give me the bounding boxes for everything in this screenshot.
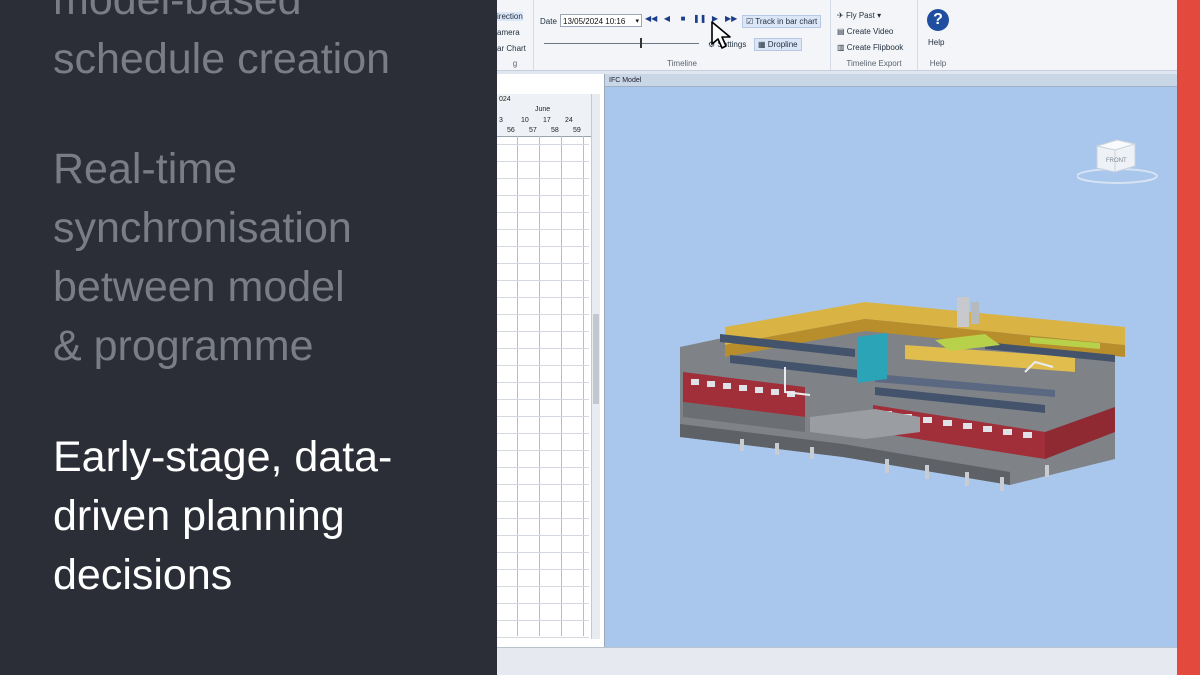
gantt-row-line: [497, 484, 589, 485]
gantt-row-line: [497, 467, 589, 468]
gantt-row-line: [497, 161, 589, 162]
gantt-row-line: [497, 195, 589, 196]
ribbon-item-bar-chart[interactable]: ar Chart: [497, 44, 526, 53]
gantt-header: 024 June 3 10 17 24 56 57 58 59: [497, 94, 597, 137]
gantt-date: 24: [565, 117, 573, 124]
app-window: irection amera ar Chart g Date 13/05/202…: [497, 0, 1177, 675]
gantt-week: 57: [529, 127, 537, 134]
gantt-week: 56: [507, 127, 515, 134]
check-icon: ☑: [746, 17, 754, 26]
stop-icon[interactable]: ■: [677, 14, 689, 23]
viewport-title: IFC Model: [605, 74, 1177, 87]
track-in-bar-chart-toggle[interactable]: ☑ Track in bar chart: [742, 15, 822, 28]
help-icon[interactable]: ?: [927, 9, 949, 31]
create-video-label: Create Video: [846, 27, 894, 36]
gantt-gridline: [517, 136, 518, 636]
gantt-gridline: [539, 136, 540, 636]
model-viewport[interactable]: IFC Model FRONT: [605, 74, 1177, 647]
dropline-toggle[interactable]: ▦ Dropline: [754, 38, 802, 51]
bullet-early-stage-planning: Early-stage, data- driven planning decis…: [53, 433, 393, 599]
gantt-row-line: [497, 263, 589, 264]
gantt-row-line: [497, 246, 589, 247]
date-label: Date: [540, 17, 557, 26]
fly-past-button[interactable]: ✈ Fly Past ▾: [837, 11, 881, 20]
ribbon-group-export: ✈ Fly Past ▾ ▤ Create Video ▥ Create Fli…: [831, 0, 918, 70]
track-label: Track in bar chart: [755, 17, 818, 26]
gantt-scrollbar[interactable]: [591, 94, 600, 639]
gantt-row-line: [497, 399, 589, 400]
gantt-row-line: [497, 603, 589, 604]
fly-past-icon: ✈: [837, 11, 844, 20]
gantt-row-line: [497, 586, 589, 587]
gantt-row-line: [497, 450, 589, 451]
help-group-label: Help: [929, 59, 947, 68]
gantt-row-line: [497, 178, 589, 179]
gantt-gridline: [583, 136, 584, 636]
ribbon-group-left-label: g: [512, 59, 518, 68]
status-bar: [497, 647, 1177, 675]
gantt-row-line: [497, 144, 589, 145]
timeline-group-label: Timeline: [667, 59, 697, 68]
gantt-row-line: [497, 518, 589, 519]
timeline-slider-thumb[interactable]: [640, 38, 642, 48]
gantt-date: 17: [543, 117, 551, 124]
gantt-date: 3: [499, 117, 503, 124]
gantt-chart-pane[interactable]: 024 June 3 10 17 24 56 57 58 59: [497, 74, 605, 647]
ribbon-item-camera[interactable]: amera: [497, 28, 520, 37]
chevron-down-icon: ▾: [877, 11, 882, 20]
gantt-row-line: [497, 212, 589, 213]
gantt-gridline: [561, 136, 562, 636]
gantt-year: 024: [499, 96, 511, 103]
gantt-row-line: [497, 535, 589, 536]
ribbon-group-help: ? Help Help: [918, 0, 958, 70]
fly-past-label: Fly Past: [845, 11, 875, 20]
gantt-row-line: [497, 365, 589, 366]
building-model-image: [680, 297, 1125, 491]
bullet-model-based-schedule: model-based schedule creation: [53, 0, 391, 83]
dropline-label: Dropline: [767, 40, 798, 49]
gantt-row-line: [497, 314, 589, 315]
accent-bar: [1177, 0, 1200, 675]
rewind-icon[interactable]: ◀◀: [645, 14, 657, 23]
gantt-row-line: [497, 280, 589, 281]
ribbon-group-timeline: Date 13/05/2024 10:16 ▾ ◀◀ ◀ ■ ❚❚ ▶ ▶▶ ☑…: [534, 0, 831, 70]
ribbon-item-direction[interactable]: irection: [497, 12, 523, 21]
gantt-scrollbar-thumb[interactable]: [593, 314, 599, 404]
help-button-label[interactable]: Help: [928, 38, 944, 47]
gantt-row-line: [497, 637, 589, 638]
date-field[interactable]: 13/05/2024 10:16 ▾: [560, 14, 642, 27]
gantt-row-line: [497, 569, 589, 570]
create-flipbook-button[interactable]: ▥ Create Flipbook: [837, 43, 903, 52]
gantt-row-line: [497, 297, 589, 298]
slide-panel: model-based schedule creation Real-time …: [0, 0, 497, 675]
gantt-week: 59: [573, 127, 581, 134]
create-video-button[interactable]: ▤ Create Video: [837, 27, 893, 36]
ribbon: irection amera ar Chart g Date 13/05/202…: [497, 0, 1177, 71]
film-icon: ▤: [837, 27, 845, 36]
gantt-row-line: [497, 433, 589, 434]
step-back-icon[interactable]: ◀: [661, 14, 673, 23]
gantt-row-line: [497, 552, 589, 553]
gantt-week: 58: [551, 127, 559, 134]
gantt-row-line: [497, 620, 589, 621]
date-value: 13/05/2024 10:16: [563, 17, 626, 26]
create-flipbook-label: Create Flipbook: [846, 43, 904, 52]
pause-icon[interactable]: ❚❚: [693, 14, 706, 23]
gantt-row-line: [497, 229, 589, 230]
flipbook-icon: ▥: [837, 43, 845, 52]
gantt-row-line: [497, 331, 589, 332]
gantt-row-line: [497, 416, 589, 417]
dropline-icon: ▦: [758, 40, 766, 49]
gantt-row-line: [497, 348, 589, 349]
gantt-row-line: [497, 501, 589, 502]
bullet-real-time-sync: Real-time synchronisation between model …: [53, 145, 352, 370]
mouse-cursor-icon: [711, 21, 731, 49]
gantt-row-line: [497, 382, 589, 383]
export-group-label: Timeline Export: [846, 59, 902, 68]
timeline-slider[interactable]: [544, 43, 699, 44]
chevron-down-icon[interactable]: ▾: [635, 15, 639, 28]
gantt-month: June: [535, 106, 551, 113]
ribbon-group-left: irection amera ar Chart g: [497, 0, 534, 70]
gantt-date: 10: [521, 117, 529, 124]
